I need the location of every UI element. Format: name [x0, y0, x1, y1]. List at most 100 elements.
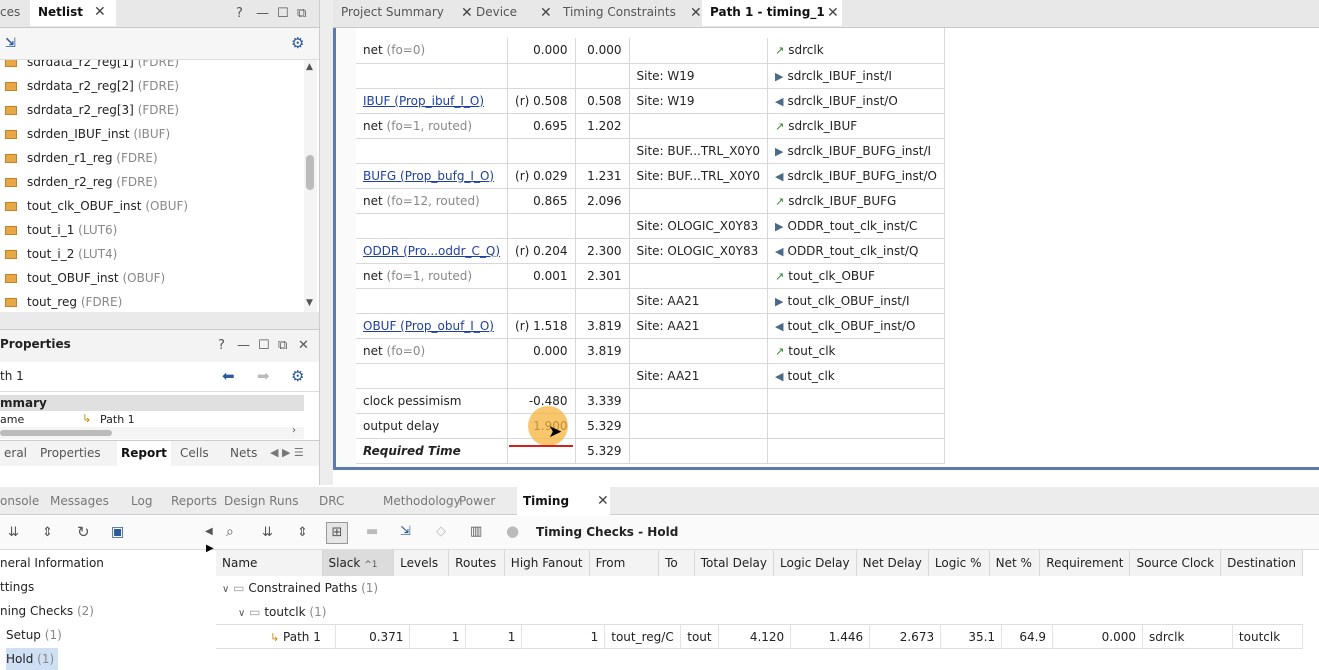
vertical-splitter[interactable] [319, 0, 333, 485]
netlist-item[interactable]: sdrdata_r2_reg[3] (FDRE) [0, 98, 179, 122]
diamond-icon[interactable]: ◇ [436, 524, 446, 540]
column-header[interactable]: Logic % [928, 550, 990, 576]
group-row-constrained[interactable]: ∨ ▭ Constrained Paths (1) [216, 576, 1319, 600]
column-header[interactable]: Levels [393, 550, 450, 576]
scroll-thumb[interactable] [306, 155, 314, 190]
report-cell-netlist[interactable]: ▶ tout_clk_OBUF_inst/I [767, 288, 945, 314]
timing-tree-item[interactable]: ttings [0, 576, 38, 598]
scroll-right-icon[interactable]: › [292, 425, 296, 436]
float-icon[interactable]: ⧉ [278, 338, 287, 354]
netlist-item[interactable]: tout_OBUF_inst (OBUF) [0, 266, 165, 290]
editor-tab[interactable]: Project Summary [333, 0, 468, 26]
report-link[interactable]: IBUF (Prop_ibuf_I_O) [363, 94, 484, 108]
back-arrow-icon[interactable]: ⬅ [222, 368, 235, 384]
schematic-icon[interactable]: ⇲ [400, 524, 411, 540]
close-timing-icon[interactable]: ✕ [597, 493, 609, 509]
scroll-down-icon[interactable]: ▼ [306, 298, 313, 308]
close-tab-icon[interactable]: ✕ [540, 5, 552, 21]
circle-icon[interactable]: ● [506, 523, 519, 539]
properties-tab[interactable]: Properties [36, 441, 105, 466]
bottom-tab[interactable]: DRC [313, 487, 344, 515]
bottom-tab[interactable]: Methodology [377, 487, 461, 515]
report-cell-netlist[interactable]: ↗ sdrclk [767, 38, 945, 64]
properties-hscroll[interactable]: › [0, 425, 304, 439]
report-cell-netlist[interactable]: ◀ ODDR_tout_clk_inst/Q [767, 238, 945, 264]
help-icon[interactable]: ? [236, 6, 243, 22]
report-link[interactable]: BUFG (Prop_bufg_I_O) [363, 169, 494, 183]
scroll-up-icon[interactable]: ▲ [306, 62, 313, 72]
expand-icon[interactable]: ⇕ [297, 525, 308, 541]
properties-tab[interactable]: Report [117, 441, 171, 466]
properties-tab[interactable]: eral [0, 441, 31, 466]
column-header[interactable]: Destination [1220, 550, 1303, 576]
forward-arrow-icon[interactable]: ➡ [257, 368, 270, 384]
help-icon[interactable]: ? [218, 338, 225, 354]
report-link[interactable]: ODDR (Pro...oddr_C_Q) [363, 244, 500, 258]
report-cell-netlist[interactable]: ↗ sdrclk_IBUF_BUFG [767, 188, 945, 214]
report-cell-netlist[interactable]: ↗ tout_clk_OBUF [767, 263, 945, 289]
collapse-icon[interactable]: ⇊ [262, 525, 273, 541]
report-cell-netlist[interactable]: ↗ tout_clk [767, 338, 945, 364]
report-cell-netlist[interactable]: ↗ sdrclk_IBUF [767, 113, 945, 139]
netlist-item[interactable]: sdrden_r1_reg (FDRE) [0, 146, 158, 170]
close-tab-icon[interactable]: ✕ [827, 5, 839, 21]
bottom-tab[interactable]: Design Runs [218, 487, 299, 515]
netlist-item[interactable]: tout_i_2 (LUT4) [0, 242, 117, 266]
close-netlist-icon[interactable]: ✕ [94, 4, 106, 20]
column-header[interactable]: Name [216, 550, 323, 576]
timing-tree-item[interactable]: Hold (1) [6, 648, 59, 670]
maximize-icon[interactable]: ☐ [258, 338, 270, 354]
panel-collapse-icon[interactable]: ◀ [205, 524, 213, 540]
report-cell-netlist[interactable] [767, 388, 945, 414]
chevron-down-icon[interactable]: ∨ [238, 608, 245, 619]
editor-tab[interactable]: Timing Constraints [555, 0, 702, 26]
gear-icon[interactable]: ⚙ [291, 368, 304, 384]
netlist-item[interactable]: sdrdata_r2_reg[2] (FDRE) [0, 74, 179, 98]
report-cell-netlist[interactable]: ▶ ODDR_tout_clk_inst/C [767, 213, 945, 239]
timing-tree-item[interactable]: ning Checks (2) [0, 600, 98, 622]
hscroll-thumb[interactable] [0, 430, 112, 436]
timing-tree-item[interactable]: Setup (1) [6, 624, 66, 646]
collapse-all-icon[interactable]: ⇊ [8, 525, 19, 541]
netlist-item[interactable]: sdrden_IBUF_inst (IBUF) [0, 122, 170, 146]
close-icon[interactable]: ✕ [298, 338, 309, 354]
column-header[interactable]: Total Delay [694, 550, 775, 576]
column-header[interactable]: Requirement [1039, 550, 1131, 576]
chevron-down-icon[interactable]: ∨ [222, 584, 229, 595]
refresh-icon[interactable]: ↻ [77, 524, 90, 540]
report-cell-netlist[interactable]: ◀ sdrclk_IBUF_BUFG_inst/O [767, 163, 945, 189]
minimize-icon[interactable]: — [256, 6, 269, 22]
netlist-item[interactable]: sdrden_r2_reg (FDRE) [0, 170, 158, 194]
tab-nav-arrows-icon[interactable]: ◀ ▶ ☰ [270, 446, 304, 459]
netlist-item[interactable]: tout_clk_OBUF_inst (OBUF) [0, 194, 188, 218]
group-row-toutclk[interactable]: ∨ ▭ toutclk (1) [216, 600, 1319, 624]
netlist-item[interactable]: tout_reg (FDRE) [0, 290, 122, 312]
column-header[interactable]: Source Clock [1129, 550, 1222, 576]
report-cell-netlist[interactable]: ◀ tout_clk_OBUF_inst/O [767, 313, 945, 339]
bottom-tab[interactable]: Messages [44, 487, 109, 515]
gear-icon[interactable]: ⚙ [291, 35, 304, 51]
report-cell-netlist[interactable]: ◀ sdrclk_IBUF_inst/O [767, 88, 945, 114]
save-icon[interactable]: ▣ [111, 524, 124, 540]
tab-sources[interactable]: ces [0, 0, 30, 26]
report-cell-netlist[interactable] [767, 438, 945, 464]
close-tab-icon[interactable]: ✕ [690, 5, 702, 21]
properties-tab[interactable]: Cells [176, 441, 213, 466]
search-icon[interactable]: ⌕ [226, 524, 234, 540]
report-cell-netlist[interactable] [767, 413, 945, 439]
report-cell-netlist[interactable]: ▶ sdrclk_IBUF_BUFG_inst/I [767, 138, 945, 164]
column-header[interactable]: High Fanout [504, 550, 590, 576]
column-header[interactable]: Net % [989, 550, 1041, 576]
report-link[interactable]: OBUF (Prop_obuf_I_O) [363, 319, 494, 333]
timing-tree-item[interactable]: neral Information [0, 552, 108, 574]
column-header[interactable]: Routes [448, 550, 505, 576]
float-icon[interactable]: ⧉ [297, 6, 306, 22]
panel-divider[interactable] [0, 312, 319, 330]
minimize-icon[interactable]: — [237, 338, 250, 354]
netlist-scrollbar[interactable]: ▲ ▼ [304, 60, 317, 312]
column-header[interactable]: Net Delay [856, 550, 929, 576]
maximize-icon[interactable]: ☐ [277, 6, 289, 22]
editor-tab[interactable]: Path 1 - timing_1 [702, 0, 842, 26]
path-row[interactable]: ↳ Path 1 0.371 1 1 1 tout_reg/C tout 4.120 1.446… [216, 624, 1304, 649]
netlist-item[interactable]: tout_i_1 (LUT6) [0, 218, 117, 242]
